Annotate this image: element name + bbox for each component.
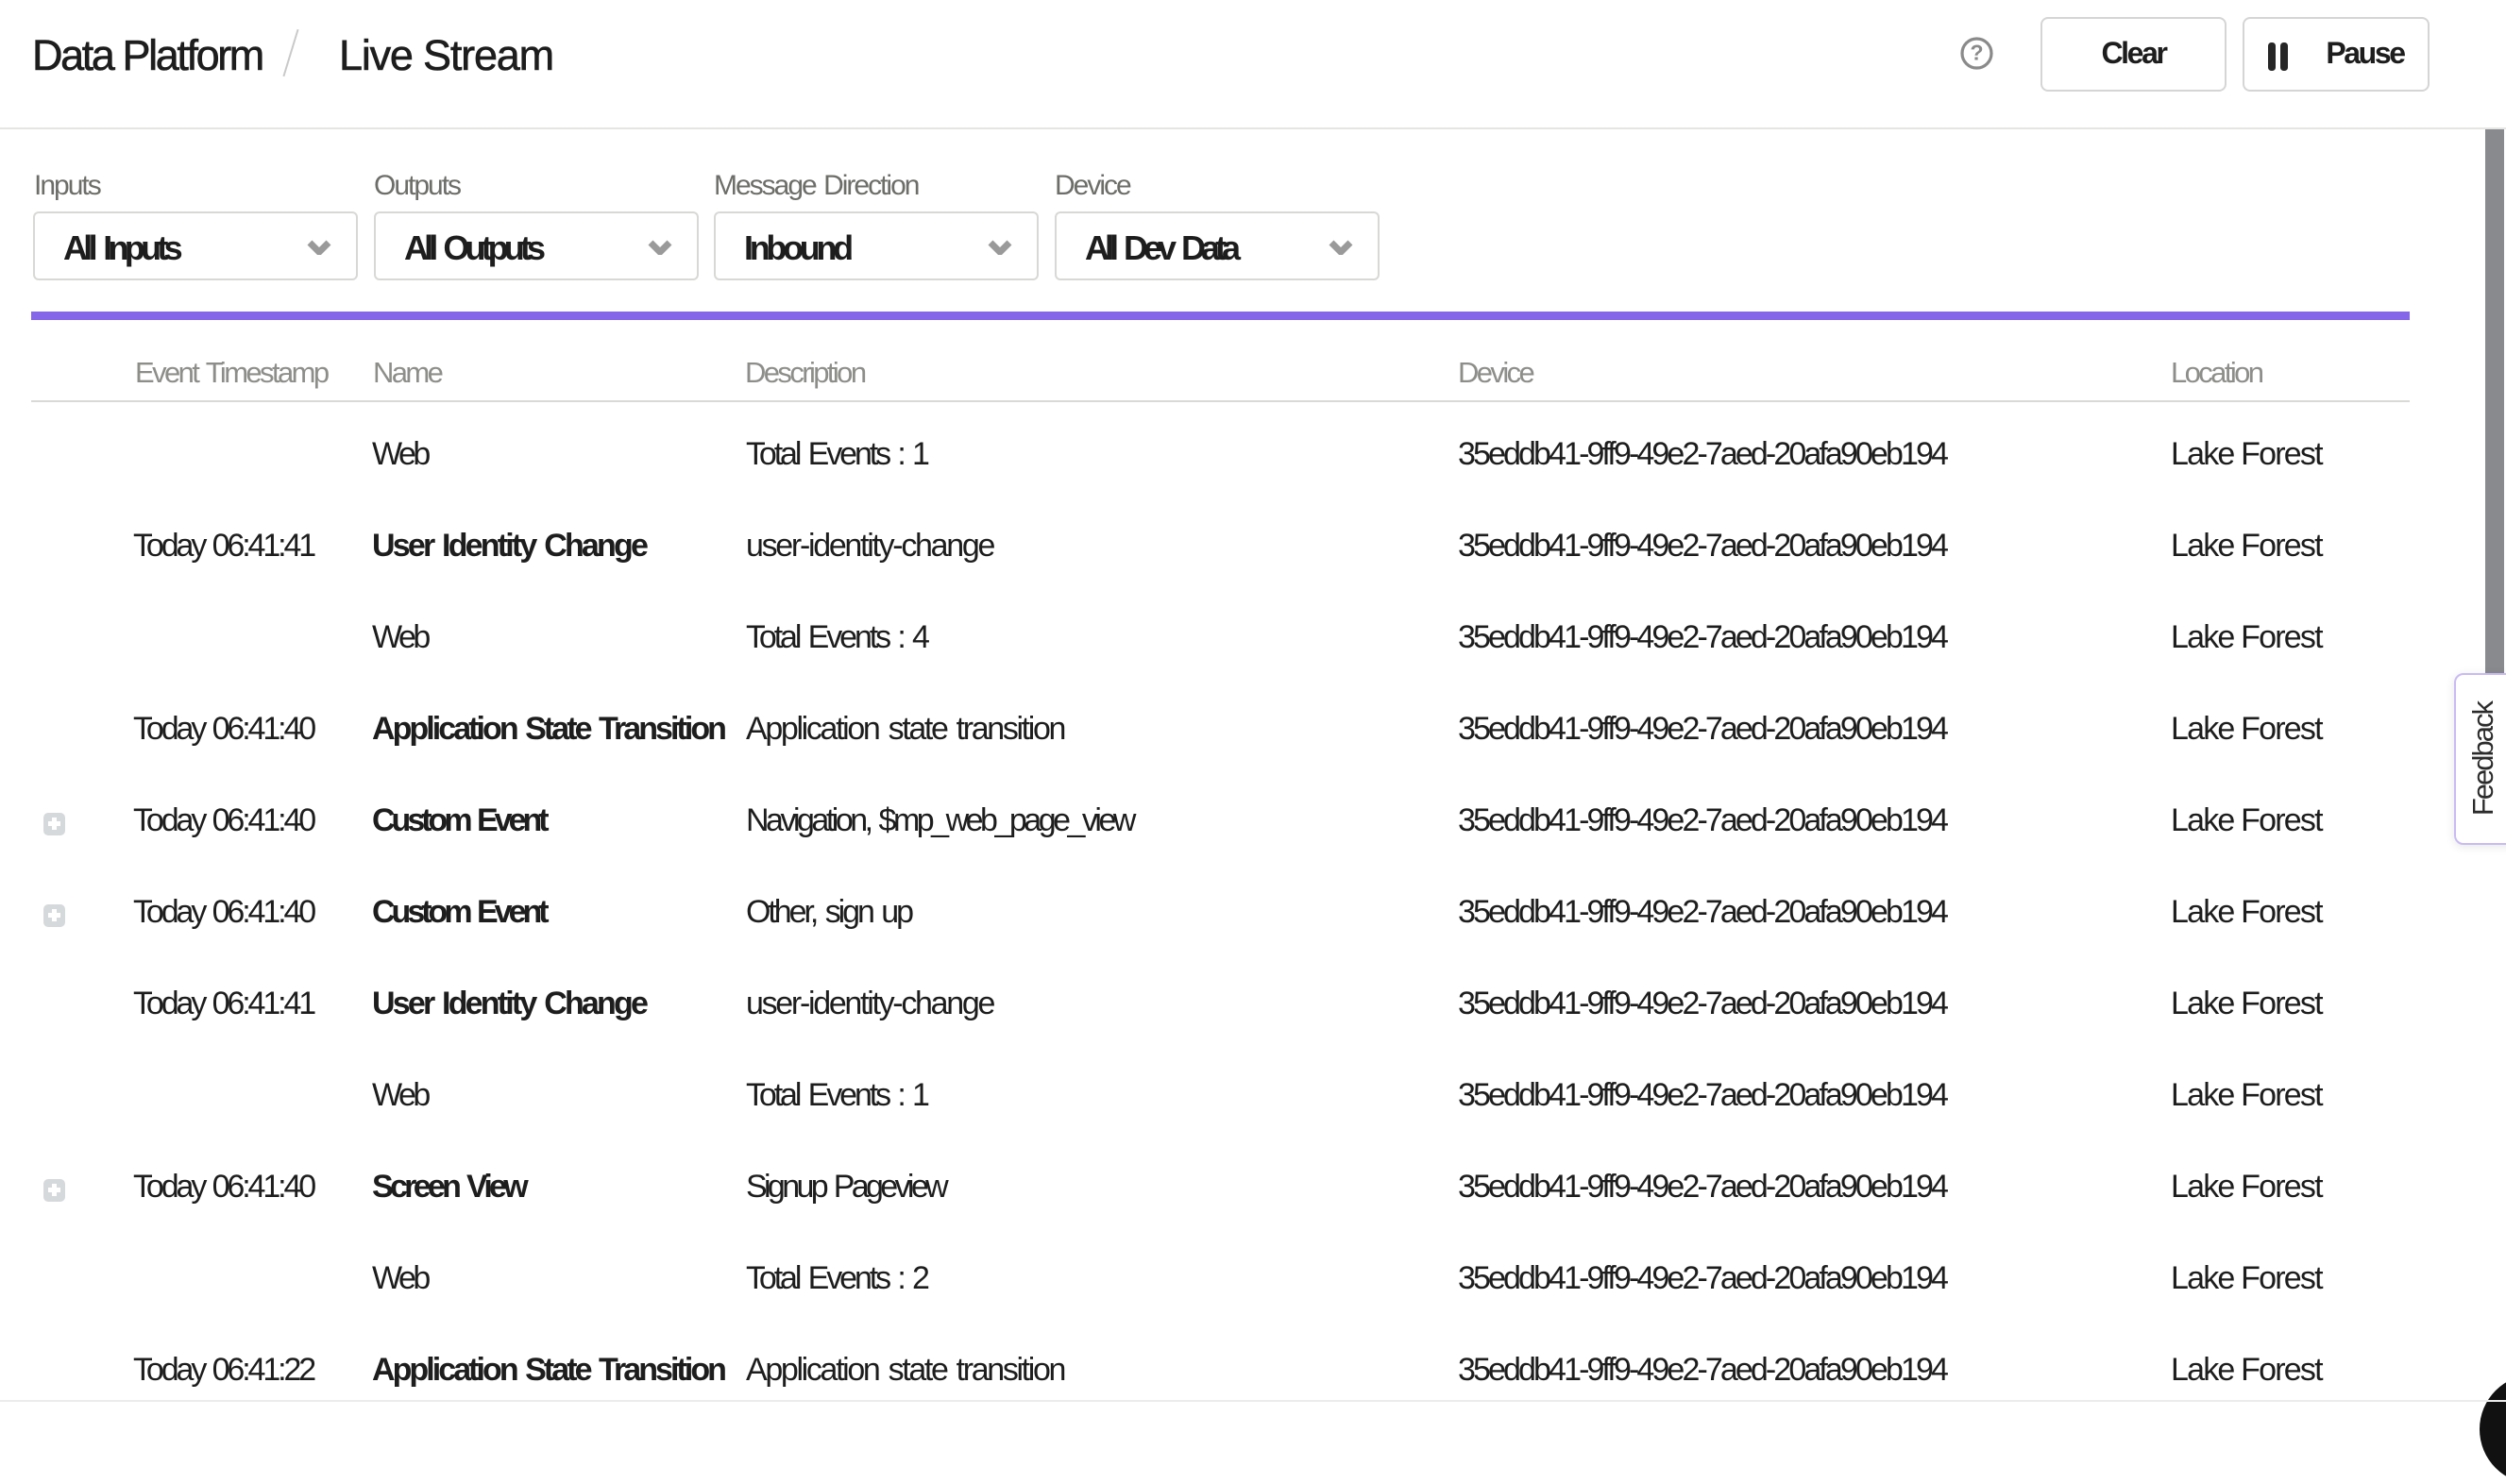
- svg-text:?: ?: [1970, 41, 1983, 65]
